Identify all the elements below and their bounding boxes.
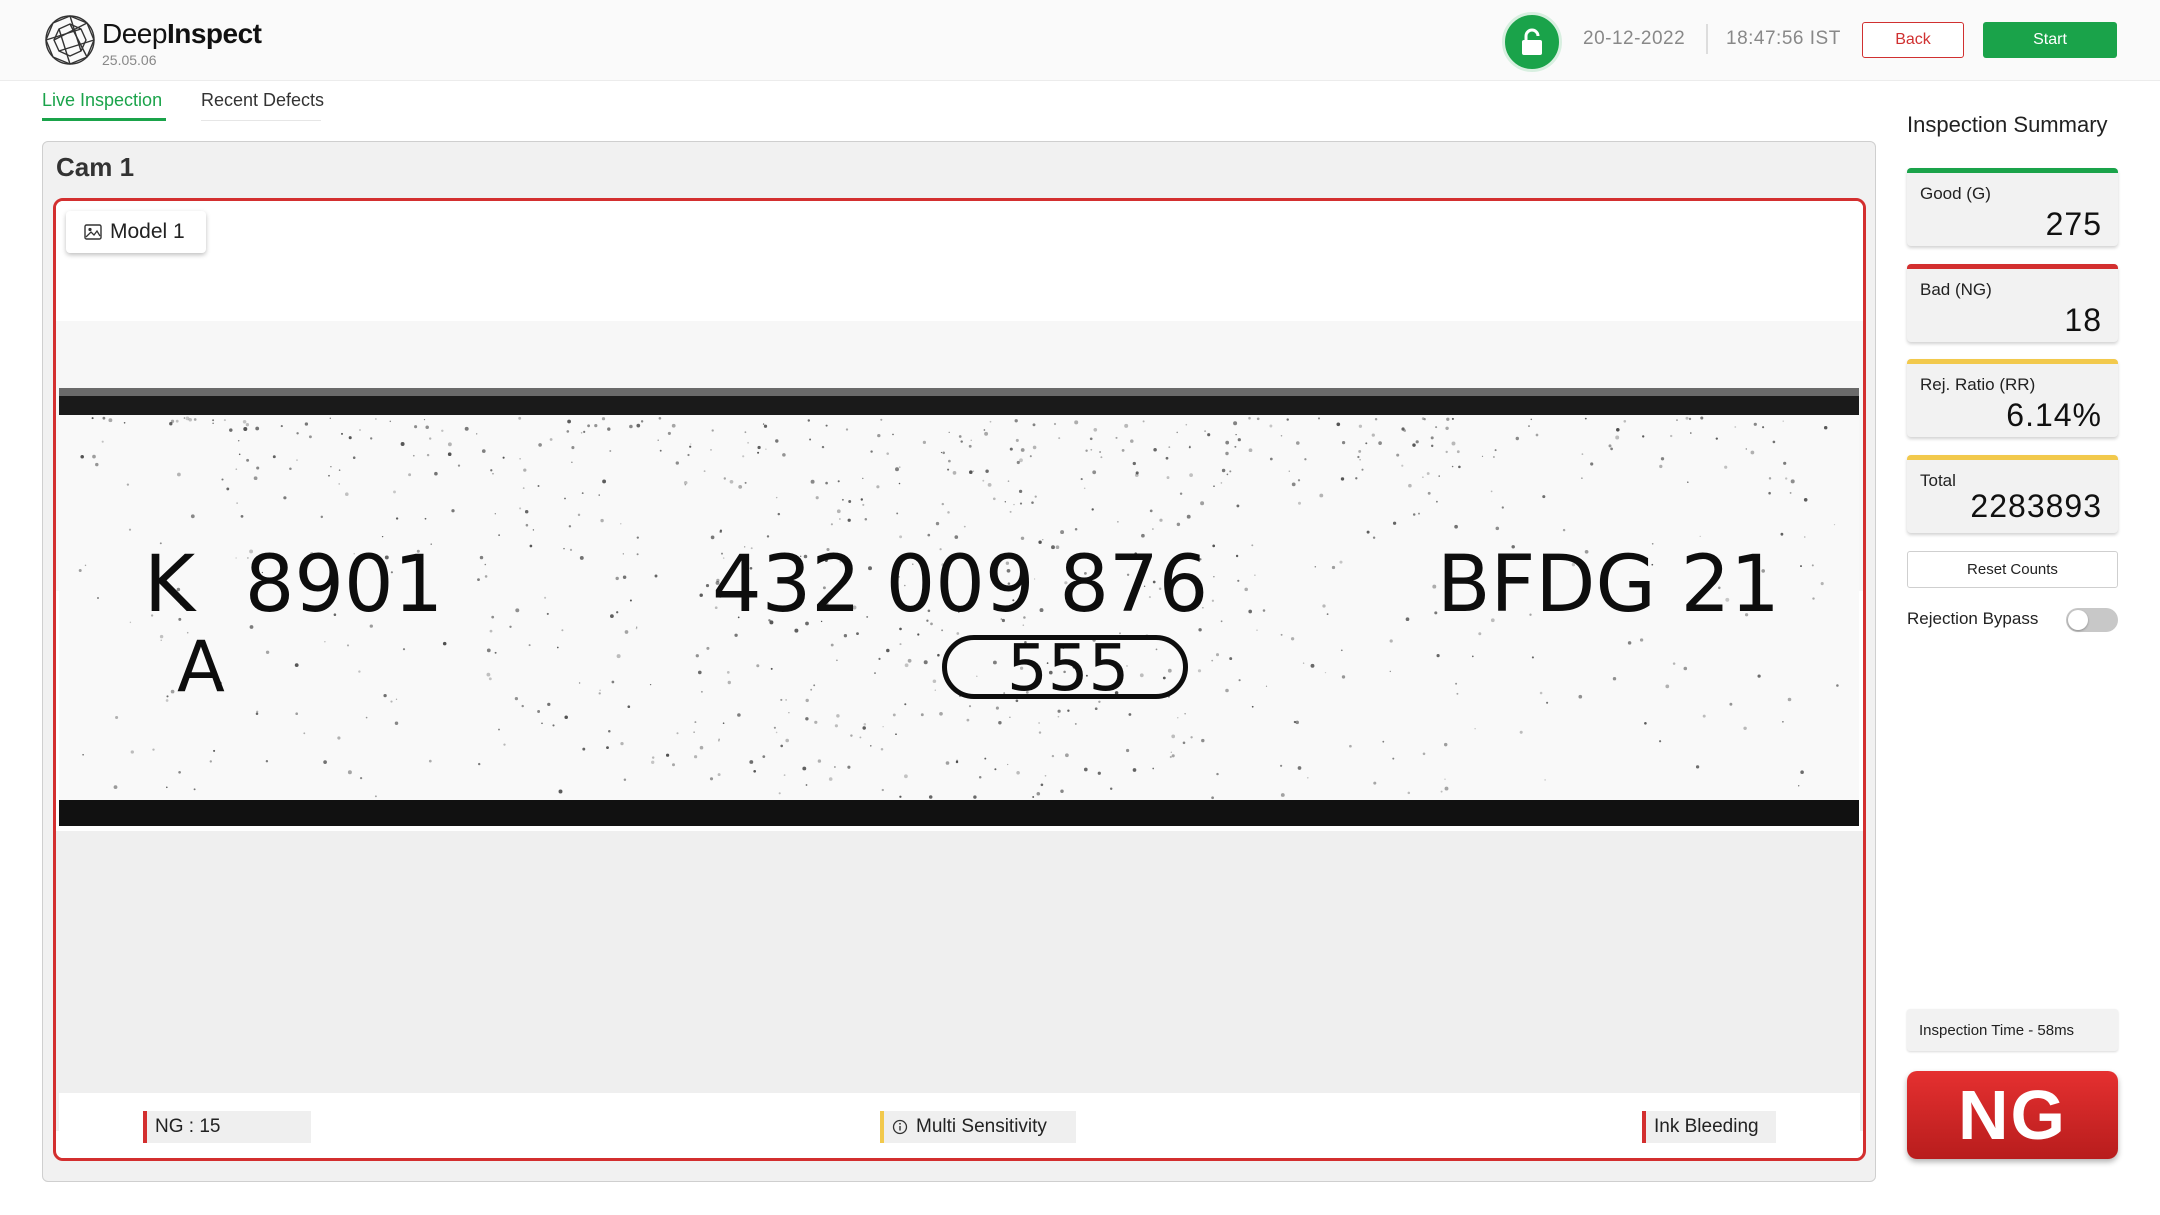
image-bottom-border xyxy=(59,800,1859,826)
brand-name: DeepInspect xyxy=(102,18,262,49)
card-value: 6.14% xyxy=(2006,397,2102,433)
card-accent xyxy=(1907,359,2118,364)
result-status-bar: NG : 15 Multi Sensitivity Ink Bleeding xyxy=(59,1093,1860,1158)
ng-count: NG : 15 xyxy=(155,1116,221,1137)
tab-live-inspection[interactable]: Live Inspection xyxy=(42,90,162,111)
rejection-bypass-toggle[interactable] xyxy=(2066,608,2118,632)
tab-recent-defects[interactable]: Recent Defects xyxy=(201,90,324,111)
chip-accent xyxy=(1642,1111,1646,1143)
viewer-background xyxy=(56,201,1863,321)
app-header: DeepInspect 25.05.06 20-12-2022 18:47:56… xyxy=(0,0,2160,81)
inspection-summary-title: Inspection Summary xyxy=(1907,112,2108,137)
card-label: Rej. Ratio (RR) xyxy=(1920,375,2036,394)
header-divider xyxy=(1706,24,1708,54)
camera-title: Cam 1 xyxy=(56,152,135,182)
image-icon xyxy=(84,224,102,240)
card-label: Total xyxy=(1920,471,1956,490)
active-tab-indicator xyxy=(42,118,166,121)
defect-type: Ink Bleeding xyxy=(1654,1116,1759,1137)
image-text-left-code: K 8901 xyxy=(144,540,444,630)
chip-accent xyxy=(880,1111,884,1143)
inspection-time: Inspection Time - 58ms xyxy=(1907,1009,2118,1051)
result-badge: NG xyxy=(1907,1071,2118,1159)
lock-button[interactable] xyxy=(1502,12,1562,72)
current-date: 20-12-2022 xyxy=(1583,28,1686,49)
good-count-card: Good (G) 275 xyxy=(1907,168,2118,246)
model-selector[interactable]: Model 1 xyxy=(66,211,206,253)
reset-counts-button[interactable]: Reset Counts xyxy=(1907,551,2118,588)
inspection-viewer: Model 1 K 8901 A 432 009 876 555 BFDG 21… xyxy=(53,198,1866,1161)
start-button[interactable]: Start xyxy=(1983,22,2117,58)
inspected-image: K 8901 A 432 009 876 555 BFDG 21 xyxy=(59,388,1859,826)
card-accent xyxy=(1907,455,2118,460)
image-text-right-code: BFDG 21 xyxy=(1437,540,1780,630)
image-text-center-oval: 555 xyxy=(1007,632,1130,706)
card-value: 275 xyxy=(2045,206,2102,242)
card-value: 2283893 xyxy=(1970,488,2102,524)
sensitivity-mode: Multi Sensitivity xyxy=(916,1116,1047,1137)
info-icon xyxy=(892,1119,908,1135)
sensitivity-mode-chip: Multi Sensitivity xyxy=(880,1111,1076,1143)
toggle-knob xyxy=(2068,610,2088,630)
card-label: Bad (NG) xyxy=(1920,280,1992,299)
ng-count-chip: NG : 15 xyxy=(143,1111,311,1143)
lock-icon xyxy=(1522,28,1542,55)
deepinspect-logo-icon xyxy=(45,15,95,65)
card-accent xyxy=(1907,264,2118,269)
card-value: 18 xyxy=(2064,302,2102,338)
image-text-left-sub: A xyxy=(177,626,225,708)
model-label: Model 1 xyxy=(110,220,185,243)
image-text-center-code: 432 009 876 xyxy=(712,540,1209,630)
rejection-ratio-card: Rej. Ratio (RR) 6.14% xyxy=(1907,359,2118,437)
app-version: 25.05.06 xyxy=(102,52,157,68)
card-accent xyxy=(1907,168,2118,173)
chip-accent xyxy=(143,1111,147,1143)
rejection-bypass-label: Rejection Bypass xyxy=(1907,609,2039,628)
tab-divider xyxy=(201,120,321,121)
card-label: Good (G) xyxy=(1920,184,1991,203)
bad-count-card: Bad (NG) 18 xyxy=(1907,264,2118,342)
total-count-card: Total 2283893 xyxy=(1907,455,2118,533)
current-time: 18:47:56 IST xyxy=(1726,28,1841,49)
viewer-background xyxy=(56,831,1863,1131)
back-button[interactable]: Back xyxy=(1862,22,1964,58)
defect-type-chip: Ink Bleeding xyxy=(1642,1111,1776,1143)
